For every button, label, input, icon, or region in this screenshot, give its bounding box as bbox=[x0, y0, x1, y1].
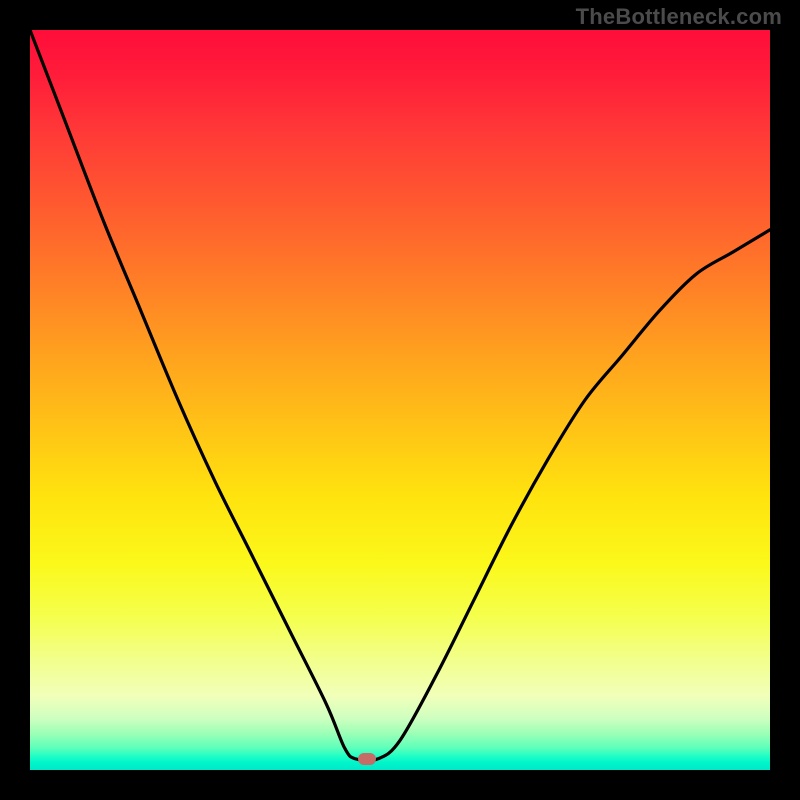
bottleneck-curve bbox=[30, 30, 770, 770]
optimal-point-marker bbox=[358, 753, 376, 765]
chart-frame: TheBottleneck.com bbox=[0, 0, 800, 800]
plot-area bbox=[30, 30, 770, 770]
watermark-text: TheBottleneck.com bbox=[576, 4, 782, 30]
